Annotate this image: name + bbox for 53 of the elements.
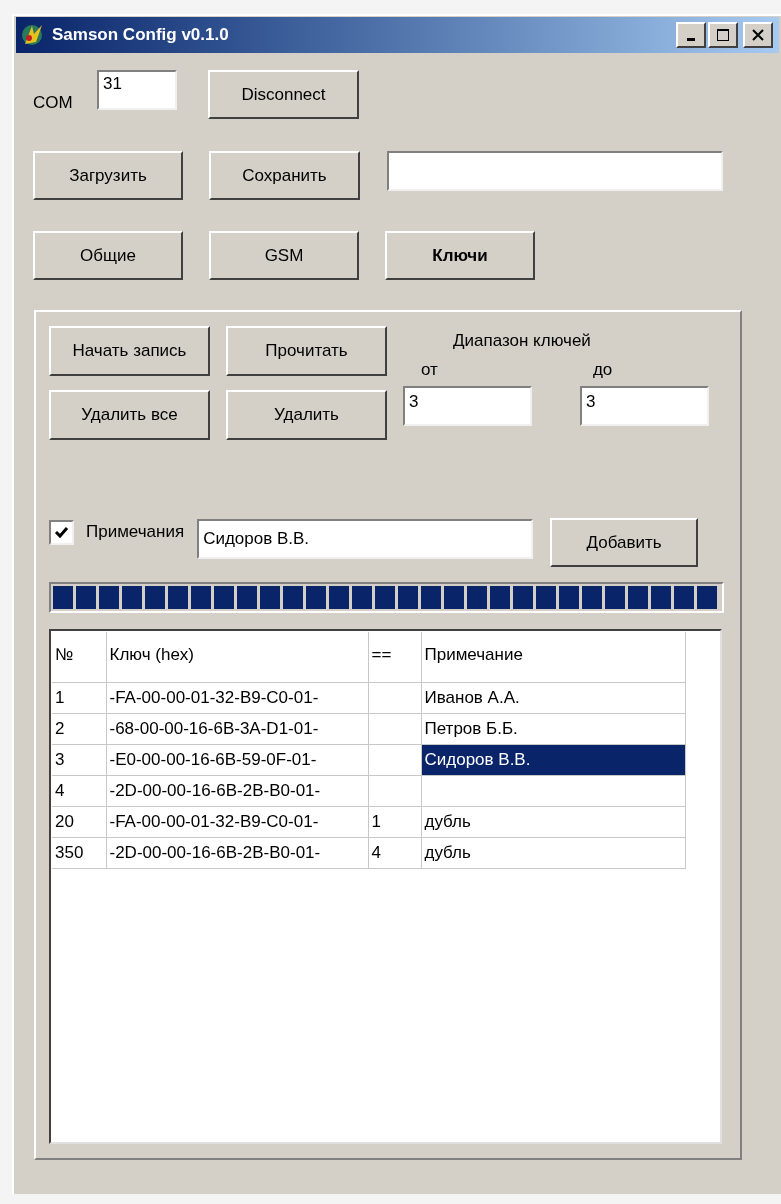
table-cell: Петров Б.Б. (421, 713, 685, 744)
table-cell: -68-00-00-16-6B-3A-D1-01- (106, 713, 368, 744)
table-cell: дубль (421, 806, 685, 837)
delete-button[interactable]: Удалить (226, 390, 387, 440)
file-path-field[interactable] (387, 151, 723, 191)
column-header: Ключ (hex) (106, 632, 368, 682)
notes-label: Примечания (86, 521, 185, 543)
add-button[interactable]: Добавить (550, 518, 699, 567)
range-to-field[interactable]: 3 (580, 386, 709, 426)
column-header: == (368, 632, 421, 682)
table-cell: 3 (52, 744, 106, 775)
column-header: № (52, 632, 106, 682)
delete-all-button[interactable]: Удалить все (49, 390, 210, 440)
column-header: Примечание (421, 632, 685, 682)
start-recording-button[interactable]: Начать запись (49, 326, 210, 376)
load-button[interactable]: Загрузить (33, 151, 183, 200)
table-cell: 1 (368, 806, 421, 837)
port-field[interactable]: 31 (97, 70, 177, 110)
maximize-button[interactable] (708, 22, 738, 48)
table-cell: 1 (52, 682, 106, 713)
range-from-field[interactable]: 3 (403, 386, 532, 426)
tab-button[interactable]: Ключи (385, 231, 535, 280)
table-cell: -2D-00-00-16-6B-2B-B0-01- (106, 837, 368, 868)
minimize-button[interactable] (676, 22, 706, 48)
table-cell: Сидоров В.В. (421, 744, 685, 775)
table-cell: -FA-00-00-01-32-B9-C0-01- (106, 806, 368, 837)
table-cell: -2D-00-00-16-6B-2B-B0-01- (106, 775, 368, 806)
check-icon (54, 525, 69, 540)
read-button[interactable]: Прочитать (226, 326, 387, 376)
tab-button[interactable]: GSM (209, 231, 359, 280)
from-label: от (421, 358, 438, 381)
range-title: Диапазон ключей (453, 330, 591, 352)
maximize-icon (716, 28, 730, 42)
table-cell: -E0-00-00-16-6B-59-0F-01- (106, 744, 368, 775)
table-cell: 2 (52, 713, 106, 744)
save-button[interactable]: Сохранить (209, 151, 360, 200)
tab-button[interactable]: Общие (33, 231, 183, 280)
table-cell: дубль (421, 837, 685, 868)
table-cell: Иванов А.А. (421, 682, 685, 713)
table-cell: 350 (52, 837, 106, 868)
table-cell: 20 (52, 806, 106, 837)
table-cell: 4 (52, 775, 106, 806)
disconnect-button[interactable]: Disconnect (208, 70, 359, 119)
to-label: до (592, 358, 613, 381)
window-title: Samson Config v0.1.0 (52, 24, 229, 47)
minimize-icon (687, 37, 695, 41)
table-cell: 4 (368, 837, 421, 868)
close-button[interactable] (743, 22, 773, 48)
notes-field[interactable]: Сидоров В.В. (197, 519, 534, 559)
port-label: COM (33, 92, 74, 114)
close-icon (751, 28, 765, 42)
notes-checkbox[interactable] (49, 520, 74, 545)
table-cell: -FA-00-00-01-32-B9-C0-01- (106, 682, 368, 713)
